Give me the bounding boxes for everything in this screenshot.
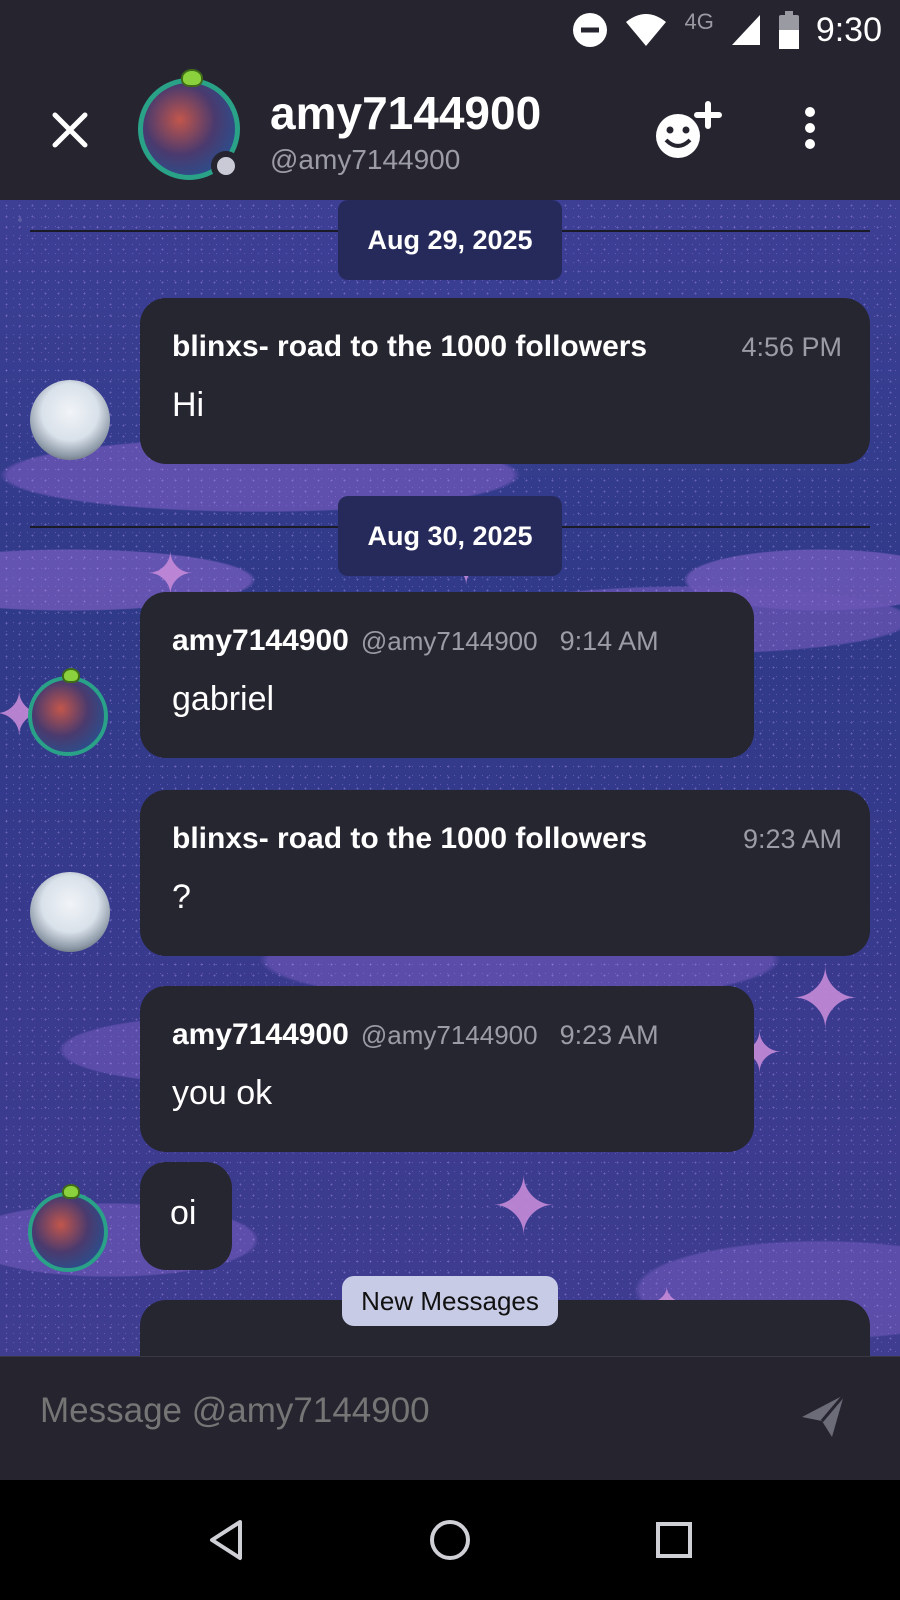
message-text: gabriel <box>172 680 275 718</box>
wifi-icon <box>626 14 667 46</box>
message-header: blinxs- road to the 1000 followers 9:23 … <box>172 822 842 856</box>
avatar[interactable] <box>28 668 108 756</box>
sparkle-icon: ✦ <box>790 952 861 1046</box>
message-composer <box>0 1356 900 1480</box>
signal-icon <box>731 15 760 45</box>
message-author-handle: @amy7144900 <box>360 626 538 656</box>
avatar[interactable] <box>30 380 110 460</box>
home-button[interactable] <box>420 1510 480 1570</box>
avatar-decoration <box>62 1184 80 1199</box>
presence-indicator <box>211 151 241 181</box>
system-nav-bar <box>0 1480 900 1600</box>
avatar[interactable] <box>30 872 110 952</box>
message-text: you ok <box>172 1074 273 1112</box>
message-input[interactable] <box>40 1391 740 1431</box>
message-bubble[interactable]: amy7144900 @amy7144900 9:14 AM gabriel <box>140 592 754 758</box>
add-friend-icon <box>656 101 722 158</box>
message-header: blinxs- road to the 1000 followers 4:56 … <box>172 330 842 364</box>
close-button[interactable] <box>42 102 98 158</box>
battery-icon <box>778 11 799 49</box>
date-divider: Aug 29, 2025 <box>338 200 562 280</box>
avatar-decoration <box>62 668 80 683</box>
message-bubble[interactable]: oi <box>140 1162 232 1270</box>
message-bubble[interactable]: amy7144900 @amy7144900 9:23 AM you ok <box>140 986 754 1152</box>
sparkle-icon: ✦ <box>490 1162 558 1251</box>
status-icons: 4G 9:30 <box>572 8 882 52</box>
date-divider: Aug 30, 2025 <box>338 496 562 576</box>
message-author[interactable]: amy7144900 <box>172 1018 349 1052</box>
message-text: oi <box>170 1194 197 1232</box>
new-messages-button[interactable]: New Messages <box>342 1276 558 1326</box>
status-bar: 4G 9:30 <box>0 0 900 60</box>
message-list[interactable]: ✦ ✦ ✦ ✦ ✦ ✦ ✦ Aug 29, 2025 blinxs- road … <box>0 200 900 1356</box>
message-text: ? <box>172 878 191 916</box>
header-username[interactable]: amy7144900 <box>270 86 541 140</box>
header-avatar[interactable] <box>138 69 241 181</box>
message-timestamp: 9:14 AM <box>559 626 659 656</box>
message-bubble[interactable]: blinxs- road to the 1000 followers 4:56 … <box>140 298 870 464</box>
more-options-button[interactable] <box>790 100 830 164</box>
message-timestamp: 9:23 AM <box>559 1020 659 1050</box>
avatar[interactable] <box>28 1184 108 1272</box>
recents-icon <box>656 1522 692 1558</box>
do-not-disturb-icon <box>573 13 608 47</box>
message-author[interactable]: amy7144900 <box>172 624 349 658</box>
add-friend-button[interactable] <box>650 100 726 164</box>
send-button[interactable] <box>798 1387 848 1443</box>
message-header: amy7144900 @amy7144900 9:23 AM <box>172 1018 659 1052</box>
message-timestamp: 4:56 PM <box>741 332 842 362</box>
status-time: 9:30 <box>815 10 882 49</box>
message-author-handle: @amy7144900 <box>360 1020 538 1050</box>
message-header: amy7144900 @amy7144900 9:14 AM <box>172 624 659 658</box>
back-icon <box>210 1520 242 1560</box>
message-timestamp: 9:23 AM <box>742 824 842 854</box>
message-bubble[interactable]: blinxs- road to the 1000 followers 9:23 … <box>140 790 870 956</box>
recents-button[interactable] <box>644 1510 704 1570</box>
more-vertical-icon <box>805 107 815 149</box>
send-icon <box>802 1394 846 1437</box>
network-type: 4G <box>684 9 714 34</box>
back-button[interactable] <box>196 1510 256 1570</box>
message-author[interactable]: blinxs- road to the 1000 followers <box>172 330 647 364</box>
close-icon <box>52 112 88 148</box>
message-author[interactable]: blinxs- road to the 1000 followers <box>172 822 647 856</box>
message-text: Hi <box>172 386 205 424</box>
home-icon <box>430 1520 470 1560</box>
avatar-decoration <box>181 69 203 87</box>
header-handle: @amy7144900 <box>270 144 461 175</box>
chat-header: amy7144900 @amy7144900 <box>0 60 900 200</box>
